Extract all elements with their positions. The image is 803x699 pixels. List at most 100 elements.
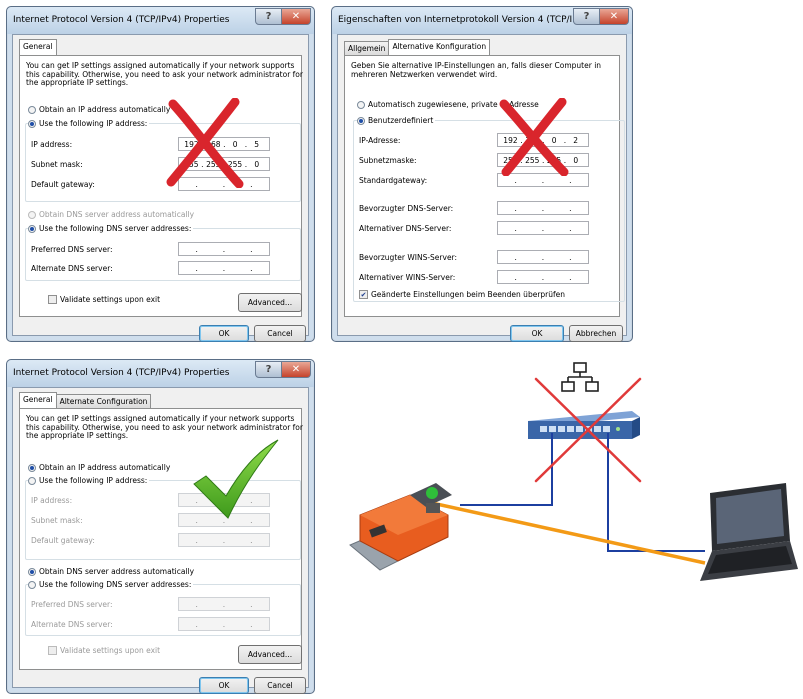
checkbox-icon <box>48 295 57 304</box>
help-button[interactable]: ? <box>573 8 600 25</box>
preferred-dns-field[interactable]: ... <box>178 597 270 611</box>
ip-octet: 0 <box>232 139 238 149</box>
obtain-ip-auto-radio[interactable]: Obtain an IP address automatically <box>28 105 170 114</box>
checkbox-checked-icon: ✔ <box>359 290 368 299</box>
validate-checkbox[interactable]: Validate settings upon exit <box>48 646 160 655</box>
use-following-dns-radio[interactable]: Use the following DNS server addresses: <box>28 580 194 589</box>
ok-button[interactable]: OK <box>199 677 249 694</box>
subnet-mask-field[interactable]: ... <box>178 513 270 527</box>
bevorzugter-wins-field[interactable]: ... <box>497 250 589 264</box>
use-following-ip-radio[interactable]: Use the following IP address: <box>28 476 150 485</box>
close-button[interactable]: ✕ <box>281 8 311 25</box>
validate-checkbox[interactable]: Validate settings upon exit <box>48 295 160 304</box>
description-text: You can get IP settings assigned automat… <box>26 414 303 440</box>
alternate-dns-field[interactable]: ... <box>178 261 270 275</box>
abbrechen-button[interactable]: Abbrechen <box>569 325 623 342</box>
user-defined-radio[interactable]: Benutzerdefiniert <box>357 116 436 125</box>
radio-icon <box>357 100 365 109</box>
alternate-dns-label: Alternate DNS server: <box>31 264 113 273</box>
mask-octet: 0 <box>573 155 579 165</box>
tab-general[interactable]: General <box>19 39 57 55</box>
cable-device-to-switch <box>460 433 553 506</box>
preferred-dns-label: Preferred DNS server: <box>31 600 113 609</box>
alternativer-wins-label: Alternativer WINS-Server: <box>359 273 456 282</box>
ip-address-field[interactable]: ... <box>178 493 270 507</box>
alternate-dns-field[interactable]: ... <box>178 617 270 631</box>
bevorzugter-wins-label: Bevorzugter WINS-Server: <box>359 253 458 262</box>
dialog-body: General Alternate Configuration You can … <box>12 387 309 694</box>
radio-icon <box>28 580 36 589</box>
ip-octet: 168 <box>206 139 221 149</box>
bevorzugter-dns-label: Bevorzugter DNS-Server: <box>359 204 454 213</box>
radio-label: Obtain DNS server address automatically <box>39 210 195 219</box>
radio-label: Obtain an IP address automatically <box>39 105 171 114</box>
title-bar[interactable]: Internet Protocol Version 4 (TCP/IPv4) P… <box>7 360 314 387</box>
radio-label: Use the following IP address: <box>39 476 148 485</box>
preferred-dns-field[interactable]: ... <box>178 242 270 256</box>
help-button[interactable]: ? <box>255 8 282 25</box>
checkbox-label: Validate settings upon exit <box>60 295 161 304</box>
network-diagram <box>349 362 798 581</box>
ip-address-field[interactable]: 192. 168. 0. 5 <box>178 137 270 151</box>
tab-alternate-configuration[interactable]: Alternate Configuration <box>55 394 152 408</box>
description-text: Geben Sie alternative IP-Einstellungen a… <box>351 61 602 79</box>
tab-general[interactable]: General <box>19 392 57 408</box>
ok-button[interactable]: OK <box>199 325 249 342</box>
standardgateway-field[interactable]: ... <box>497 173 589 187</box>
radio-icon <box>28 567 36 576</box>
radio-icon <box>28 463 36 472</box>
validate-checkbox[interactable]: ✔ Geänderte Einstellungen beim Beenden üb… <box>359 290 565 299</box>
radio-icon <box>28 119 36 128</box>
ip-address-label: IP address: <box>31 496 73 505</box>
mask-octet: 255 <box>206 159 221 169</box>
subnetzmaske-label: Subnetzmaske: <box>359 156 417 165</box>
advanced-button[interactable]: Advanced... <box>238 293 302 312</box>
close-button[interactable]: ✕ <box>599 8 629 25</box>
actuator-device-icon <box>349 483 452 571</box>
title-bar[interactable]: Internet Protocol Version 4 (TCP/IPv4) P… <box>7 7 314 34</box>
ip-adresse-field[interactable]: 192. 168. 0. 2 <box>497 133 589 147</box>
checkbox-icon <box>48 646 57 655</box>
tab-allgemein[interactable]: Allgemein <box>344 41 390 55</box>
cable-switch-to-laptop <box>607 433 705 552</box>
cable-direct-orange <box>431 501 706 565</box>
obtain-ip-auto-radio[interactable]: Obtain an IP address automatically <box>28 463 170 472</box>
ip-octet: 192 <box>184 139 199 149</box>
preferred-dns-label: Preferred DNS server: <box>31 245 113 254</box>
obtain-dns-auto-radio[interactable]: Obtain DNS server address automatically <box>28 567 194 576</box>
obtain-dns-auto-radio[interactable]: Obtain DNS server address automatically <box>28 210 194 219</box>
auto-private-ip-radio[interactable]: Automatisch zugewiesene, private IP-Adre… <box>357 100 539 109</box>
subnet-mask-field[interactable]: 255. 255. 255. 0 <box>178 157 270 171</box>
default-gateway-label: Default gateway: <box>31 536 95 545</box>
mask-octet: 255 <box>227 159 243 169</box>
alternativer-dns-field[interactable]: ... <box>497 221 589 235</box>
cancel-button[interactable]: Cancel <box>254 677 306 694</box>
radio-icon <box>28 224 36 233</box>
tab-strip: General <box>19 39 57 55</box>
close-button[interactable]: ✕ <box>281 361 311 378</box>
default-gateway-label: Default gateway: <box>31 180 95 189</box>
use-following-dns-radio[interactable]: Use the following DNS server addresses: <box>28 224 194 233</box>
use-following-ip-radio[interactable]: Use the following IP address: <box>28 119 150 128</box>
help-button[interactable]: ? <box>255 361 282 378</box>
mask-octet: 255 <box>525 155 540 165</box>
cancel-button[interactable]: Cancel <box>254 325 306 342</box>
radio-icon <box>28 476 36 485</box>
default-gateway-field[interactable]: ... <box>178 533 270 547</box>
dialog-body: Allgemein Alternative Konfiguration Gebe… <box>337 34 627 342</box>
radio-icon <box>28 105 36 114</box>
subnetzmaske-field[interactable]: 255. 255. 255. 0 <box>497 153 589 167</box>
ip-octet: 192 <box>503 135 518 145</box>
advanced-button[interactable]: Advanced... <box>238 645 302 664</box>
checkbox-label: Validate settings upon exit <box>60 646 161 655</box>
default-gateway-field[interactable]: ... <box>178 177 270 191</box>
ip-adresse-label: IP-Adresse: <box>359 136 401 145</box>
title-bar[interactable]: Eigenschaften von Internetprotokoll Vers… <box>332 7 632 34</box>
window-title: Internet Protocol Version 4 (TCP/IPv4) P… <box>13 15 230 25</box>
alternativer-wins-field[interactable]: ... <box>497 270 589 284</box>
window-title: Eigenschaften von Internetprotokoll Vers… <box>338 15 593 25</box>
tab-alternative-konfiguration[interactable]: Alternative Konfiguration <box>388 39 491 55</box>
ip-address-label: IP address: <box>31 140 73 149</box>
bevorzugter-dns-field[interactable]: ... <box>497 201 589 215</box>
ok-button[interactable]: OK <box>510 325 564 342</box>
